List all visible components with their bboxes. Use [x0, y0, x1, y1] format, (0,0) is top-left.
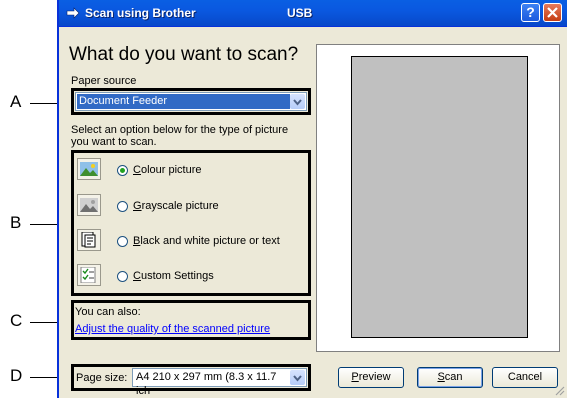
page-heading: What do you want to scan?	[69, 44, 299, 65]
instruction-text: Select an option below for the type of p…	[71, 124, 289, 148]
colour-picture-label[interactable]: Colour picture	[133, 164, 202, 176]
colour-picture-radio[interactable]	[117, 165, 128, 176]
page-size-label: Page size:	[76, 372, 128, 384]
paper-source-select[interactable]: Document Feeder	[75, 92, 307, 111]
callout-c: C	[10, 311, 23, 330]
paper-source-value: Document Feeder	[77, 94, 290, 109]
adjust-quality-link[interactable]: Adjust the quality of the scanned pictur…	[75, 323, 270, 335]
also-label: You can also:	[75, 306, 141, 318]
grayscale-picture-icon[interactable]	[77, 194, 101, 216]
preview-button[interactable]: Preview	[338, 367, 404, 388]
resize-grip-icon[interactable]	[555, 386, 565, 396]
callout-d: D	[10, 366, 23, 385]
black-white-text-icon[interactable]	[77, 229, 101, 251]
paper-source-label: Paper source	[71, 75, 137, 87]
preview-area	[316, 44, 560, 352]
close-icon	[547, 7, 558, 18]
custom-settings-icon[interactable]	[77, 264, 101, 286]
chevron-down-icon[interactable]	[290, 370, 305, 385]
callout-a: A	[10, 92, 22, 111]
cancel-button[interactable]: Cancel	[492, 367, 558, 388]
chevron-down-icon[interactable]	[290, 94, 305, 109]
page-size-select[interactable]: A4 210 x 297 mm (8.3 x 11.7 ich	[132, 368, 307, 397]
title-bar[interactable]: Scan using Brother USB ?	[59, 0, 567, 27]
custom-settings-label[interactable]: Custom Settings	[133, 270, 214, 282]
custom-settings-radio[interactable]	[117, 271, 128, 282]
scan-button[interactable]: Scan	[417, 367, 483, 388]
black-white-label[interactable]: Black and white picture or text	[133, 235, 280, 247]
black-white-radio[interactable]	[117, 236, 128, 247]
colour-picture-icon[interactable]	[77, 158, 101, 180]
window-title-usb: USB	[287, 6, 313, 20]
window-title: Scan using Brother	[85, 6, 196, 20]
page-size-value: A4 210 x 297 mm (8.3 x 11.7 ich	[134, 370, 290, 397]
scan-window: Scan using Brother USB ? What do you wan…	[57, 0, 567, 398]
callout-b: B	[10, 213, 22, 232]
help-button[interactable]: ?	[521, 3, 540, 22]
grayscale-picture-label[interactable]: Grayscale picture	[133, 200, 219, 212]
grayscale-picture-radio[interactable]	[117, 201, 128, 212]
scanner-arrow-icon	[66, 7, 80, 19]
close-button[interactable]	[543, 3, 562, 22]
preview-page	[351, 56, 528, 338]
